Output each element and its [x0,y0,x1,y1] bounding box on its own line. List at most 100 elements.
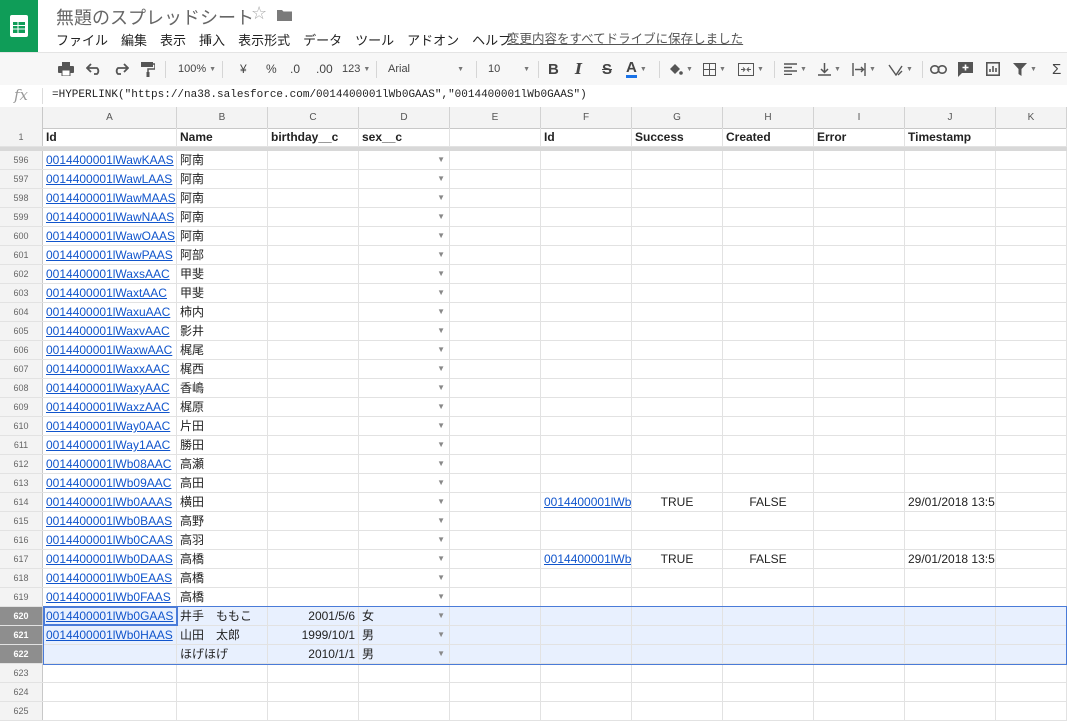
row-number[interactable]: 616 [0,531,43,549]
cell-birthday[interactable] [268,531,359,549]
star-icon[interactable]: ☆ [251,3,267,24]
cell-created[interactable] [723,284,814,302]
cell-birthday[interactable] [268,341,359,359]
cell-empty[interactable] [996,341,1067,359]
currency-button[interactable]: ¥ [240,53,247,85]
cell-empty[interactable] [996,189,1067,207]
cell-error[interactable] [814,474,905,492]
cell-error[interactable] [814,436,905,454]
cell-empty[interactable] [996,455,1067,473]
cell-empty[interactable] [450,455,541,473]
cell-error[interactable] [814,189,905,207]
cell-error[interactable] [814,379,905,397]
cell-sex[interactable]: ▼ [359,569,450,587]
cell-empty[interactable] [450,645,541,663]
cell-success[interactable] [632,170,723,188]
align-button[interactable]: ▼ [784,53,807,85]
cell-name[interactable]: ほげほげ [177,645,268,663]
cell-sex[interactable]: ▼ [359,398,450,416]
cell-empty[interactable] [996,322,1067,340]
cell-sex[interactable]: ▼ [359,189,450,207]
cell-empty[interactable] [996,303,1067,321]
row-number[interactable]: 605 [0,322,43,340]
cell-empty[interactable] [996,607,1067,625]
cell-result-id-link[interactable] [541,265,632,283]
cell-empty[interactable] [450,664,541,682]
cell-success[interactable] [632,474,723,492]
cell-birthday[interactable] [268,512,359,530]
cell-id-link[interactable]: 0014400001lWb0HAAS [43,626,177,644]
cell-id-link[interactable]: 0014400001lWaxwAAC [43,341,177,359]
menu-format[interactable]: 表示形式 [238,30,290,49]
folder-icon[interactable] [277,8,292,26]
cell-success[interactable] [632,265,723,283]
cell-error[interactable] [814,341,905,359]
menu-insert[interactable]: 挿入 [199,30,225,49]
header-cell-f[interactable]: Id [541,128,632,146]
cell-error[interactable] [814,588,905,606]
row-number[interactable]: 614 [0,493,43,511]
dropdown-chevron-icon[interactable]: ▼ [437,645,445,663]
cell-error[interactable] [814,322,905,340]
insert-comment-icon[interactable] [958,53,973,85]
cell-timestamp[interactable] [905,322,996,340]
cell-created[interactable] [723,189,814,207]
cell-id-link[interactable]: 0014400001lWaxvAAC [43,322,177,340]
cell-birthday[interactable] [268,569,359,587]
cell-id-link[interactable]: 0014400001lWawMAAS [43,189,177,207]
cell-sex[interactable]: ▼ [359,303,450,321]
cell-created[interactable] [723,702,814,720]
cell-result-id-link[interactable] [541,702,632,720]
cell-birthday[interactable] [268,322,359,340]
cell-result-id-link[interactable] [541,588,632,606]
dropdown-chevron-icon[interactable]: ▼ [437,170,445,188]
dropdown-chevron-icon[interactable]: ▼ [437,493,445,511]
insert-chart-icon[interactable] [986,53,1000,85]
row-number[interactable]: 601 [0,246,43,264]
cell-error[interactable] [814,607,905,625]
dropdown-chevron-icon[interactable]: ▼ [437,151,445,169]
dropdown-chevron-icon[interactable]: ▼ [437,569,445,587]
column-header-h[interactable]: H [723,107,814,128]
header-cell-h[interactable]: Created [723,128,814,146]
cell-birthday[interactable] [268,189,359,207]
column-header-a[interactable]: A [43,107,177,128]
cell-name[interactable]: 梶西 [177,360,268,378]
cell-result-id-link[interactable] [541,455,632,473]
row-number[interactable]: 599 [0,208,43,226]
cell-result-id-link[interactable] [541,246,632,264]
cell-id-link[interactable]: 0014400001lWaxxAAC [43,360,177,378]
document-title[interactable]: 無題のスプレッドシート [56,4,254,30]
cell-success[interactable] [632,360,723,378]
cell-timestamp[interactable] [905,246,996,264]
cell-name[interactable] [177,702,268,720]
cell-sex[interactable]: ▼ [359,208,450,226]
cell-id-link[interactable]: 0014400001lWawKAAS [43,151,177,169]
dropdown-chevron-icon[interactable]: ▼ [437,398,445,416]
cell-birthday[interactable] [268,151,359,169]
row-number[interactable]: 624 [0,683,43,701]
dropdown-chevron-icon[interactable]: ▼ [437,341,445,359]
dropdown-chevron-icon[interactable]: ▼ [437,208,445,226]
cell-id-link[interactable]: 0014400001lWb0AAAS [43,493,177,511]
dropdown-chevron-icon[interactable]: ▼ [437,531,445,549]
cell-name[interactable]: 高羽 [177,531,268,549]
cell-empty[interactable] [996,626,1067,644]
cell-error[interactable] [814,227,905,245]
dropdown-chevron-icon[interactable]: ▼ [437,265,445,283]
cell-success[interactable] [632,512,723,530]
cell-name[interactable]: 井手 ももこ [177,607,268,625]
font-size-select[interactable]: 10 ▼ [488,53,530,85]
cell-result-id-link[interactable] [541,436,632,454]
cell-id-link[interactable]: 0014400001lWaxtAAC [43,284,177,302]
cell-id-link[interactable]: 0014400001lWb0FAAS [43,588,177,606]
font-select[interactable]: Arial ▼ [388,53,464,85]
cell-name[interactable]: 梶原 [177,398,268,416]
row-number[interactable]: 1 [0,128,43,146]
cell-id-link[interactable]: 0014400001lWaxzAAC [43,398,177,416]
cell-created[interactable] [723,474,814,492]
cell-name[interactable]: 阿南 [177,189,268,207]
cell-sex[interactable]: ▼ [359,379,450,397]
dropdown-chevron-icon[interactable]: ▼ [437,379,445,397]
cell-empty[interactable] [996,227,1067,245]
